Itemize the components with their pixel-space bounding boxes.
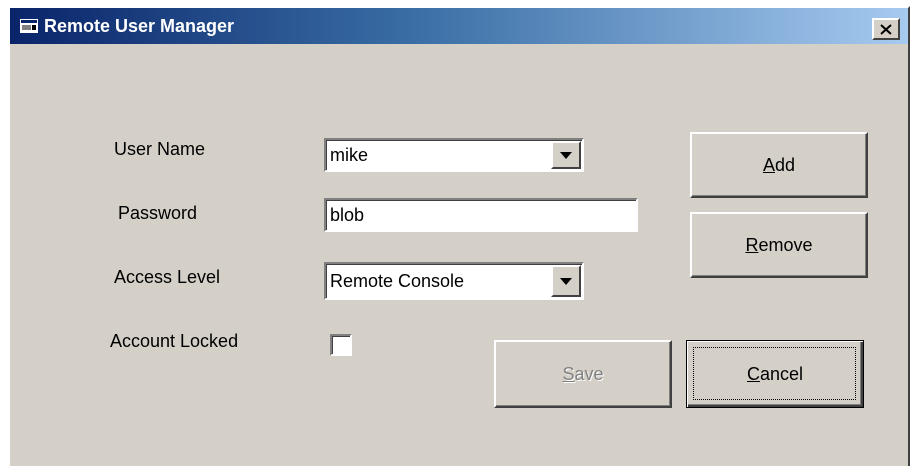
access-level-combobox[interactable]: Remote Console [324,262,584,300]
access-level-dropdown-button[interactable] [551,265,581,297]
cancel-button-label: Cancel [746,363,804,384]
user-name-dropdown-button[interactable] [551,141,581,169]
window-title: Remote User Manager [44,16,235,36]
remove-button[interactable]: Remove [690,212,868,278]
cancel-button[interactable]: Cancel [686,340,864,408]
add-button-label: Add [762,154,796,175]
account-locked-checkbox[interactable] [330,334,352,356]
close-button[interactable] [872,18,900,40]
user-name-combobox[interactable]: mike [324,138,584,172]
title-bar[interactable]: Remote User Manager [10,8,908,44]
user-name-value: mike [330,145,369,165]
chevron-down-icon [560,151,572,159]
remove-button-label: Remove [745,234,813,255]
app-window-icon [20,19,38,33]
password-value: blob [330,205,365,225]
add-button[interactable]: Add [690,132,868,198]
access-level-value: Remote Console [330,271,465,291]
account-locked-label: Account Locked [110,331,239,351]
password-field[interactable]: blob [324,198,638,232]
remote-user-manager-window: Remote User Manager User Name mike Passw… [8,6,910,466]
save-button-label: Save [562,363,604,384]
password-label: Password [118,203,198,223]
access-level-label: Access Level [114,267,221,287]
chevron-down-icon [560,277,572,285]
close-icon [880,23,892,35]
save-button[interactable]: Save [494,340,672,408]
user-name-label: User Name [114,139,206,159]
